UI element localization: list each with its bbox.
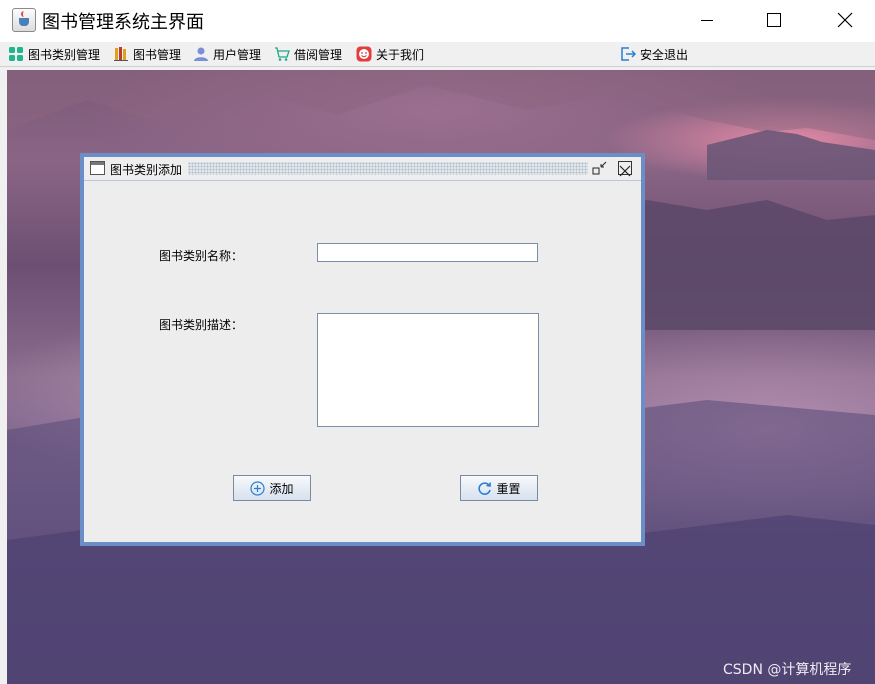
category-name-label: 图书类别名称： [159, 249, 244, 263]
category-add-dialog: 图书类别添加 图书类别名称： 图书类别描述： 添加 重置 [80, 153, 645, 546]
frame-icon [90, 161, 105, 175]
close-icon [619, 165, 631, 177]
menu-borrow[interactable]: 借阅管理 [274, 42, 342, 66]
dialog-restore-button[interactable] [592, 161, 608, 177]
menu-label: 图书管理 [133, 47, 182, 62]
cart-icon [274, 46, 290, 62]
menu-bar: 图书类别管理 图书管理 用户管理 借阅管理 关于我们 安全退出 [0, 42, 875, 67]
titlebar-grip [188, 162, 588, 175]
menu-about[interactable]: 关于我们 [356, 42, 424, 66]
add-button-label: 添加 [269, 481, 294, 496]
reset-button-label: 重置 [496, 481, 521, 496]
category-desc-label: 图书类别描述： [159, 318, 244, 332]
category-name-input[interactable] [317, 243, 538, 262]
category-desc-textarea[interactable] [317, 313, 539, 427]
window-titlebar: 图书管理系统主界面 [0, 0, 875, 42]
dialog-title: 图书类别添加 [110, 163, 183, 177]
logout-icon [620, 46, 637, 62]
watermark-text: CSDN @计算机程序 [723, 662, 852, 678]
java-app-icon [12, 8, 36, 32]
menu-label: 用户管理 [213, 47, 262, 62]
menu-books[interactable]: 图书管理 [113, 42, 181, 66]
desktop-background: 图书类别添加 图书类别名称： 图书类别描述： 添加 重置 [7, 70, 875, 684]
dialog-content: 图书类别添加 图书类别名称： 图书类别描述： 添加 重置 [84, 157, 641, 542]
restore-icon [592, 161, 607, 175]
reset-button[interactable]: 重置 [460, 475, 538, 501]
menu-label: 关于我们 [376, 47, 425, 62]
close-icon [837, 12, 853, 28]
menu-logout[interactable]: 安全退出 [620, 42, 688, 66]
refresh-icon [478, 481, 492, 495]
minimize-button[interactable] [684, 0, 730, 42]
menu-label: 安全退出 [640, 47, 689, 62]
menu-label: 图书类别管理 [28, 47, 101, 62]
maximize-button[interactable] [751, 0, 797, 42]
smiley-icon [356, 46, 372, 62]
user-icon [193, 46, 209, 62]
menu-users[interactable]: 用户管理 [193, 42, 261, 66]
grid-icon [8, 46, 24, 62]
close-button[interactable] [821, 0, 867, 42]
plus-circle-icon [250, 480, 266, 496]
menu-label: 借阅管理 [294, 47, 343, 62]
window-title: 图书管理系统主界面 [42, 12, 204, 33]
menu-book-category[interactable]: 图书类别管理 [8, 42, 100, 66]
dialog-close-button[interactable] [618, 161, 632, 177]
add-button[interactable]: 添加 [233, 475, 311, 501]
dialog-titlebar: 图书类别添加 [84, 157, 641, 181]
books-icon [113, 46, 129, 62]
